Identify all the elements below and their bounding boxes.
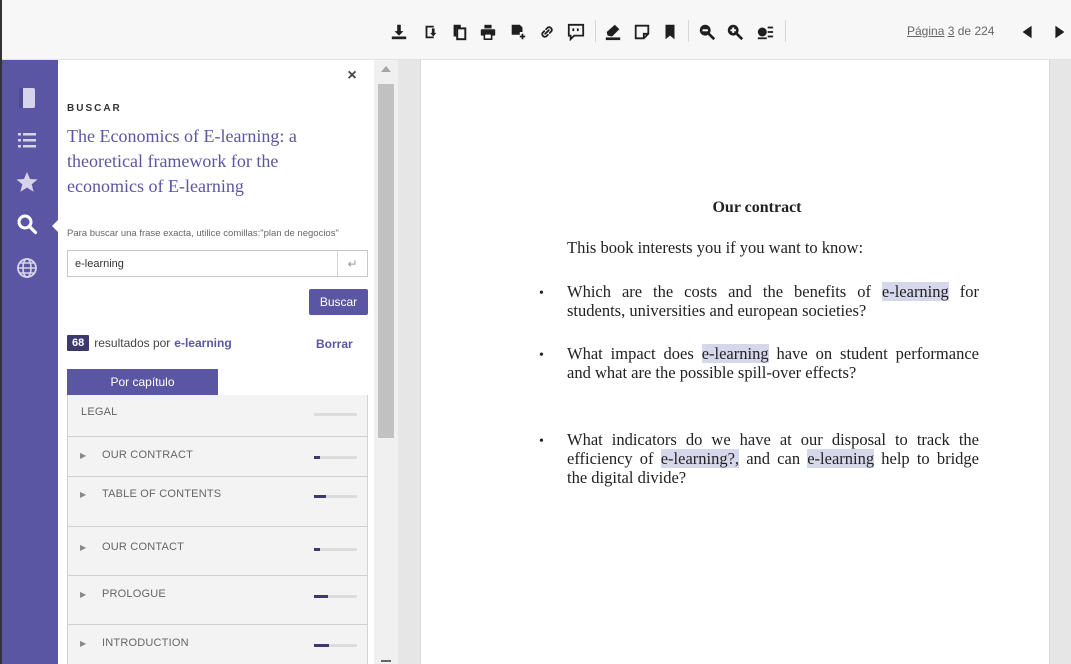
chapter-row[interactable]: ▶ INTRODUCTION [68,625,367,664]
relevance-fill [314,495,327,498]
search-input[interactable] [68,251,337,276]
list-icon[interactable] [15,128,39,152]
search-panel: × BUSCAR The Economics of E-learning: a … [58,60,374,664]
bullet-text-part: Which are the costs and the benefits of [567,282,882,301]
results-text: resultados por [94,336,171,350]
book-title: The Economics of E-learning: a theoretic… [67,126,297,196]
tab-by-chapter[interactable]: Por capítulo [67,369,218,395]
relevance-fill [314,644,330,647]
download-chapter-icon[interactable] [420,21,442,43]
bullet-text: What indicators do we have at our dispos… [567,430,979,487]
expand-arrow-icon[interactable]: ▶ [80,543,86,552]
relevance-bar [314,456,357,459]
reader-app: Página 3 de 224 × BUSCAR The Economics o… [0,0,1071,664]
document-heading: Our contract [712,199,802,216]
close-icon[interactable]: × [344,68,360,84]
bookmark-icon[interactable] [659,21,681,43]
search-highlight[interactable]: e-learning [701,344,769,363]
relevance-bar [314,413,357,416]
scroll-up-arrow-icon[interactable] [381,66,391,72]
download-icon[interactable] [388,21,410,43]
relevance-bar [314,595,357,598]
page-total: 224 [974,24,995,38]
bullet-marker: • [539,348,544,363]
search-highlight[interactable]: e-learning?, [660,449,740,468]
triangle-left-icon[interactable] [1017,21,1039,43]
highlighter-icon[interactable] [602,21,624,43]
search-hint: Para buscar una frase exacta, utilice co… [67,228,339,239]
triangle-right-icon[interactable] [1048,21,1070,43]
chapter-row[interactable]: ▶ OUR CONTACT [68,527,367,576]
copy-icon[interactable] [448,21,470,43]
add-note-icon[interactable] [507,21,529,43]
chapter-row[interactable]: ▶ PROLOGUE [68,576,367,625]
chapter-label: TABLE OF CONTENTS [102,488,222,500]
link-icon[interactable] [536,21,558,43]
search-box: ↵ [67,250,368,277]
page-current[interactable]: 3 [948,24,955,38]
print-icon[interactable] [477,21,499,43]
chapter-row[interactable]: LEGAL [68,395,367,437]
search-highlight[interactable]: e-learning [807,449,875,468]
panel-heading: BUSCAR [67,103,122,114]
chapter-label: LEGAL [81,406,118,418]
search-highlight[interactable]: e-learning [881,282,949,301]
chapter-label: OUR CONTRACT [102,449,194,461]
results-summary: 68 resultados por e-learning [67,335,232,351]
bullet-text: What impact does e-learning have on stud… [567,344,979,382]
panel-scrollbar[interactable] [374,60,398,664]
document-intro: This book interests you if you want to k… [567,238,864,257]
toolbar-separator [688,20,689,42]
relevance-fill [314,595,329,598]
page-indicator[interactable]: Página 3 de 224 [907,24,994,38]
search-button[interactable]: Buscar [309,289,368,315]
results-term: e-learning [174,336,232,350]
relevance-bar [314,644,357,647]
relevance-fill [314,548,321,551]
note-icon[interactable] [631,21,653,43]
enter-icon[interactable]: ↵ [337,251,367,276]
bullet-text-part: What impact does [567,344,702,363]
zoom-in-icon[interactable] [724,21,746,43]
side-rail [2,60,59,664]
bullet-marker: • [539,434,544,449]
scroll-down-arrow-icon[interactable] [381,660,391,662]
star-icon[interactable] [15,170,39,194]
page-prefix[interactable]: Página [907,24,944,38]
page-of: de [957,24,972,38]
chapter-label: INTRODUCTION [102,637,189,649]
zoom-out-icon[interactable] [696,21,718,43]
bullet-text-part: and can [739,449,808,468]
relevance-bar [314,495,357,498]
expand-arrow-icon[interactable]: ▶ [80,590,86,599]
toolbar-separator [595,20,596,42]
results-count-badge: 68 [67,335,90,351]
view-settings-icon[interactable] [754,21,776,43]
chapter-row[interactable]: ▶ TABLE OF CONTENTS [68,477,367,527]
relevance-bar [314,548,357,551]
book-icon[interactable] [15,86,39,110]
bullet-text: Which are the costs and the benefits of … [567,282,979,320]
toolbar-separator [785,20,786,42]
relevance-fill [314,456,321,459]
document-viewer: Our contract This book interests you if … [398,60,1071,664]
comment-icon[interactable] [565,21,587,43]
expand-arrow-icon[interactable]: ▶ [80,639,86,648]
globe-icon[interactable] [15,256,39,280]
expand-arrow-icon[interactable]: ▶ [80,490,86,499]
document-page: Our contract This book interests you if … [420,60,1050,664]
chapter-label: OUR CONTACT [102,541,185,553]
bullet-marker: • [539,286,544,301]
scroll-thumb[interactable] [378,84,394,438]
search-icon[interactable] [15,212,39,236]
chapter-label: PROLOGUE [102,588,166,600]
top-toolbar: Página 3 de 224 [2,0,1071,60]
chapter-results-list: LEGAL ▶ OUR CONTRACT ▶ TABLE OF CONTENTS… [67,395,368,664]
chapter-row[interactable]: ▶ OUR CONTRACT [68,437,367,477]
clear-button[interactable]: Borrar [316,337,353,351]
expand-arrow-icon[interactable]: ▶ [80,451,86,460]
